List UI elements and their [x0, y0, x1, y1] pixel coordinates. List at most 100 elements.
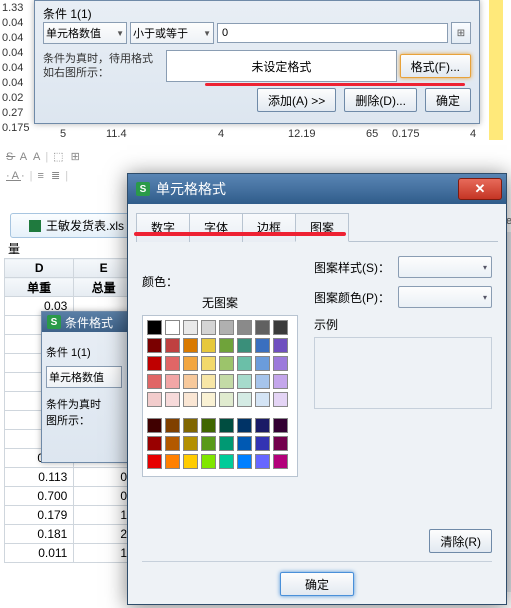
color-swatch[interactable]: [165, 320, 180, 335]
cell[interactable]: 1: [74, 506, 134, 525]
color-swatch[interactable]: [255, 392, 270, 407]
color-swatch[interactable]: [255, 436, 270, 451]
color-swatch[interactable]: [147, 320, 162, 335]
color-swatch[interactable]: [147, 436, 162, 451]
clear-button[interactable]: 清除(R): [429, 529, 492, 553]
tab-图案[interactable]: 图案: [295, 213, 349, 242]
color-swatch[interactable]: [273, 356, 288, 371]
cell[interactable]: 0: [74, 468, 134, 487]
color-swatch[interactable]: [219, 418, 234, 433]
pattern-style-dropdown[interactable]: ▾: [398, 256, 492, 278]
color-swatch[interactable]: [147, 454, 162, 469]
color-swatch[interactable]: [237, 392, 252, 407]
cell[interactable]: 0: [74, 487, 134, 506]
color-swatch[interactable]: [183, 436, 198, 451]
close-button[interactable]: ✕: [458, 178, 502, 200]
ok-button[interactable]: 确定: [280, 572, 354, 596]
color-swatch[interactable]: [255, 320, 270, 335]
color-swatch[interactable]: [201, 320, 216, 335]
color-swatch[interactable]: [165, 356, 180, 371]
color-swatch[interactable]: [273, 374, 288, 389]
color-swatch[interactable]: [219, 374, 234, 389]
color-swatch[interactable]: [201, 338, 216, 353]
color-swatch[interactable]: [237, 320, 252, 335]
color-swatch[interactable]: [219, 356, 234, 371]
color-swatch[interactable]: [165, 418, 180, 433]
no-pattern-label[interactable]: 无图案: [142, 294, 298, 311]
dialog2-titlebar[interactable]: S 条件格式: [42, 312, 133, 332]
color-swatch[interactable]: [273, 418, 288, 433]
color-swatch[interactable]: [255, 356, 270, 371]
col-header-d[interactable]: D: [5, 259, 74, 278]
color-swatch[interactable]: [183, 374, 198, 389]
color-swatch[interactable]: [237, 454, 252, 469]
col-header-total[interactable]: 总量: [74, 278, 134, 297]
dialog3-titlebar[interactable]: S 单元格格式 ✕: [128, 174, 506, 204]
color-swatch[interactable]: [183, 454, 198, 469]
tab-边框[interactable]: 边框: [242, 213, 296, 242]
color-swatch[interactable]: [147, 356, 162, 371]
cell-value-dropdown[interactable]: 单元格数值▼: [43, 22, 127, 44]
pattern-color-dropdown[interactable]: ▾: [398, 286, 492, 308]
col-header-weight[interactable]: 单重: [5, 278, 74, 297]
tab-数字[interactable]: 数字: [136, 213, 190, 242]
color-swatch[interactable]: [165, 392, 180, 407]
cell[interactable]: 0.011: [5, 544, 74, 563]
value-input[interactable]: [217, 23, 448, 43]
color-swatch[interactable]: [273, 320, 288, 335]
color-swatch[interactable]: [201, 454, 216, 469]
scrollbar[interactable]: [507, 232, 511, 592]
color-swatch[interactable]: [201, 436, 216, 451]
color-swatch[interactable]: [255, 374, 270, 389]
cell-value-dropdown[interactable]: 单元格数值: [46, 366, 122, 388]
color-swatch[interactable]: [201, 356, 216, 371]
color-swatch[interactable]: [183, 418, 198, 433]
cell[interactable]: 2: [74, 525, 134, 544]
cell[interactable]: 0.181: [5, 525, 74, 544]
color-swatch[interactable]: [273, 454, 288, 469]
color-swatch[interactable]: [273, 436, 288, 451]
add-button[interactable]: 添加(A) >>: [257, 88, 336, 112]
color-swatch[interactable]: [219, 338, 234, 353]
delete-button[interactable]: 删除(D)...: [344, 88, 417, 112]
color-swatch[interactable]: [273, 338, 288, 353]
color-swatch[interactable]: [237, 356, 252, 371]
cell[interactable]: 0.113: [5, 468, 74, 487]
cell[interactable]: 0.700: [5, 487, 74, 506]
color-swatch[interactable]: [219, 392, 234, 407]
color-swatch[interactable]: [183, 392, 198, 407]
color-swatch[interactable]: [147, 374, 162, 389]
color-swatch[interactable]: [165, 436, 180, 451]
color-swatch[interactable]: [147, 392, 162, 407]
color-swatch[interactable]: [255, 418, 270, 433]
underline-icon[interactable]: ·A: [6, 170, 21, 182]
color-swatch[interactable]: [183, 320, 198, 335]
color-swatch[interactable]: [201, 374, 216, 389]
color-swatch[interactable]: [255, 454, 270, 469]
cell[interactable]: 1: [74, 544, 134, 563]
tab-字体[interactable]: 字体: [189, 213, 243, 242]
color-swatch[interactable]: [255, 338, 270, 353]
ok-button[interactable]: 确定: [425, 88, 471, 112]
color-swatch[interactable]: [165, 454, 180, 469]
color-swatch[interactable]: [165, 338, 180, 353]
color-swatch[interactable]: [237, 338, 252, 353]
color-swatch[interactable]: [183, 356, 198, 371]
color-swatch[interactable]: [219, 436, 234, 451]
text-style-icon[interactable]: S: [6, 151, 15, 163]
color-swatch[interactable]: [183, 338, 198, 353]
color-swatch[interactable]: [237, 436, 252, 451]
col-header-e[interactable]: E: [74, 259, 134, 278]
color-swatch[interactable]: [147, 338, 162, 353]
cell[interactable]: 0.179: [5, 506, 74, 525]
operator-dropdown[interactable]: 小于或等于▼: [130, 22, 214, 44]
color-swatch[interactable]: [201, 392, 216, 407]
format-button[interactable]: 格式(F)...: [400, 54, 471, 78]
color-swatch[interactable]: [219, 454, 234, 469]
color-swatch[interactable]: [237, 374, 252, 389]
color-swatch[interactable]: [147, 418, 162, 433]
color-swatch[interactable]: [201, 418, 216, 433]
color-swatch[interactable]: [237, 418, 252, 433]
color-swatch[interactable]: [219, 320, 234, 335]
range-selector-icon[interactable]: ⊞: [451, 22, 471, 44]
